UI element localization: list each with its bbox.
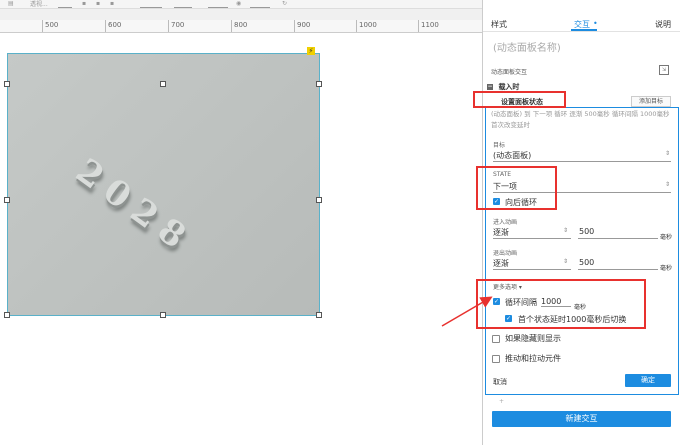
target-select[interactable]: (动态面板) <box>493 150 531 161</box>
inspector-panel: 样式 交互 • 说明 (动态面板名称) 动态面板交互 ⇲ − 载入时 设置面板状… <box>482 0 680 445</box>
push-pull-label: 推动和拉动元件 <box>505 354 561 363</box>
push-pull-checkbox[interactable] <box>492 355 500 363</box>
color-icon[interactable]: ▪ <box>96 1 102 7</box>
field-underline <box>493 269 571 270</box>
field-underline <box>493 161 671 162</box>
toolbar-field[interactable] <box>58 2 72 8</box>
exit-anim-select[interactable]: 逐渐 <box>493 258 509 269</box>
resize-handle[interactable] <box>316 312 322 318</box>
toolbar-field[interactable] <box>250 2 270 8</box>
align-icon[interactable]: ▤ <box>8 1 14 7</box>
exit-duration-input[interactable]: 500 <box>579 258 594 267</box>
ruler-label: 800 <box>234 21 248 29</box>
field-underline <box>578 269 658 270</box>
toolbar-field[interactable] <box>140 2 162 8</box>
enter-anim-label: 进入动画 <box>493 219 518 226</box>
ruler-tick <box>294 20 295 32</box>
ok-button[interactable]: 确定 <box>625 374 671 387</box>
dynamic-panel-widget[interactable] <box>7 53 320 316</box>
resize-handle[interactable] <box>4 81 10 87</box>
lightning-icon[interactable]: ⚡ <box>307 47 315 55</box>
highlight-box-state <box>476 166 557 210</box>
cancel-button[interactable]: 取消 <box>493 377 507 387</box>
ruler-tick <box>42 20 43 32</box>
ruler-tick <box>231 20 232 32</box>
ruler-tick <box>105 20 106 32</box>
field-underline <box>493 238 571 239</box>
toolbar: ▤ 透视... ▪ ▪ ▪ ◉ ↻ <box>0 0 482 9</box>
enter-duration-input[interactable]: 500 <box>579 227 594 236</box>
toolbar-field[interactable] <box>174 2 192 8</box>
enter-anim-select[interactable]: 逐渐 <box>493 227 509 238</box>
divider <box>483 31 680 32</box>
field-underline <box>578 238 658 239</box>
show-if-hidden-checkbox[interactable] <box>492 335 500 343</box>
add-target-button[interactable]: 添加目标 <box>631 96 671 107</box>
tab-style[interactable]: 样式 <box>491 19 507 30</box>
ruler-tick <box>356 20 357 32</box>
exit-anim-label: 退出动画 <box>493 250 518 257</box>
border-icon[interactable]: ▪ <box>110 1 116 7</box>
section-label: 动态面板交互 <box>491 69 528 76</box>
new-interaction-button[interactable]: 新建交互 <box>492 411 671 427</box>
plus-icon[interactable]: + <box>499 398 504 405</box>
collapse-icon[interactable]: − <box>487 84 493 90</box>
toolbar-label: 透视... <box>30 1 48 8</box>
action-summary: (动态面板) 到 下一项 循环 逐渐 500毫秒 循环间隔 1000毫秒首次改变… <box>491 110 670 129</box>
expand-icon[interactable]: ⇲ <box>659 65 669 75</box>
rotate-icon[interactable]: ↻ <box>282 1 288 7</box>
resize-handle[interactable] <box>316 81 322 87</box>
resize-handle[interactable] <box>316 197 322 203</box>
select-arrow-icon[interactable]: ⇕ <box>563 258 568 265</box>
resize-handle[interactable] <box>160 81 166 87</box>
ruler-label: 600 <box>108 21 122 29</box>
toolbar-field[interactable] <box>208 2 228 8</box>
unit-label: 毫秒 <box>660 265 673 272</box>
resize-handle[interactable] <box>160 312 166 318</box>
ruler-tick <box>168 20 169 32</box>
highlight-box-loop <box>476 279 646 329</box>
horizontal-ruler: 500 600 700 800 900 1000 1100 ▼ <box>0 20 482 33</box>
select-arrow-icon[interactable]: ⇕ <box>665 181 670 188</box>
event-label: 载入时 <box>498 83 520 91</box>
resize-handle[interactable] <box>4 197 10 203</box>
ruler-label: 700 <box>171 21 185 29</box>
bold-icon[interactable]: ▪ <box>82 1 88 7</box>
active-dot-icon: • <box>593 19 598 28</box>
resize-handle[interactable] <box>4 312 10 318</box>
unit-label: 毫秒 <box>660 234 673 241</box>
target-label: 目标 <box>493 142 506 149</box>
highlight-box-action <box>473 91 566 108</box>
ruler-label: 900 <box>297 21 311 29</box>
widget-name-field[interactable]: (动态面板名称) <box>493 39 561 54</box>
show-if-hidden-label: 如果隐藏则显示 <box>505 334 561 343</box>
tab-notes[interactable]: 说明 <box>655 19 671 30</box>
ruler-label: 500 <box>45 21 59 29</box>
ruler-tick <box>418 20 419 32</box>
settings-icon[interactable]: ◉ <box>236 1 242 7</box>
ruler-label: 1100 <box>421 21 439 29</box>
select-arrow-icon[interactable]: ⇕ <box>665 150 670 157</box>
select-arrow-icon[interactable]: ⇕ <box>563 227 568 234</box>
ruler-label: 1000 <box>359 21 377 29</box>
